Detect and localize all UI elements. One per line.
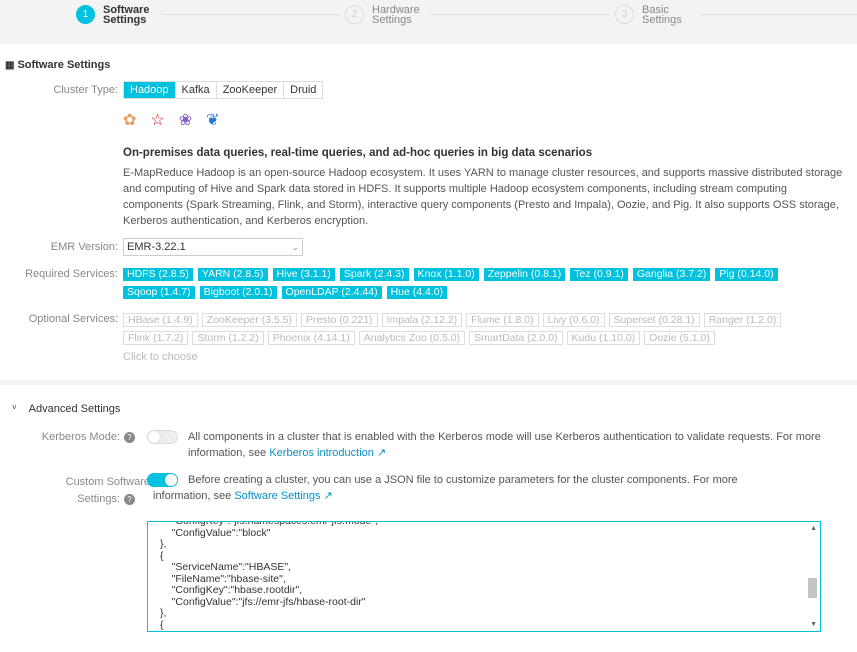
- section-title-text: Software Settings: [17, 59, 111, 71]
- step-label: Hardware Settings: [372, 4, 420, 26]
- tab-druid[interactable]: Druid: [283, 82, 322, 98]
- required-service-tag: Bigboot (2.0.1): [199, 286, 277, 299]
- advanced-settings-title: Advanced Settings: [28, 403, 121, 415]
- kerberos-mode-toggle[interactable]: [147, 430, 178, 444]
- squirrel-icon: ❦: [206, 112, 220, 129]
- optional-services-list: HBase (1.4.9) ZooKeeper (3.5.5) Presto (0.…: [123, 313, 803, 345]
- required-service-tag: Hue (4.4.0): [386, 286, 448, 299]
- optional-service-tag[interactable]: Ranger (1.2.0): [703, 313, 782, 327]
- chevron-down-icon: ⌄: [291, 241, 299, 252]
- optional-service-tag[interactable]: Superset (0.28.1): [608, 313, 700, 327]
- json-content: "ConfigKey":"jfs.namespaces.emr-jfs.mode…: [160, 521, 378, 631]
- required-service-tag: Ganglia (3.7.2): [632, 268, 711, 281]
- required-service-tag: Tez (0.9.1): [570, 268, 628, 281]
- scroll-down-icon[interactable]: ▼: [810, 621, 817, 628]
- section-title: ▦ Software Settings: [5, 59, 110, 71]
- emr-version-label: EMR Version:: [50, 241, 118, 253]
- scroll-up-icon[interactable]: ▲: [810, 525, 817, 532]
- step-label: Software Settings: [103, 4, 150, 26]
- required-service-tag: HDFS (2.8.5): [123, 268, 193, 281]
- required-service-tag: Zeppelin (0.8.1): [483, 268, 566, 281]
- help-icon[interactable]: ?: [124, 494, 135, 505]
- step-connector: [162, 14, 339, 15]
- cluster-type-tabs: Hadoop Kafka ZooKeeper Druid: [123, 81, 324, 99]
- required-service-tag: YARN (2.8.5): [197, 268, 268, 281]
- software-settings-link[interactable]: Software Settings: [234, 490, 320, 502]
- tab-hadoop[interactable]: Hadoop: [124, 82, 175, 98]
- description-text: E-MapReduce Hadoop is an open-source Had…: [123, 167, 843, 227]
- required-service-tag: Knox (1.1.0): [413, 268, 479, 281]
- step-number: 2: [345, 5, 364, 24]
- external-link-icon: ↗: [323, 490, 333, 502]
- emr-version-value: EMR-3.22.1: [127, 241, 186, 253]
- optional-service-tag[interactable]: Storm (1.2.2): [192, 331, 264, 345]
- description-title: On-premises data queries, real-time quer…: [123, 147, 593, 159]
- optional-service-tag[interactable]: ZooKeeper (3.5.5): [201, 313, 297, 327]
- step-label: Basic Settings: [642, 4, 682, 26]
- step-basic-settings[interactable]: 3 Basic Settings: [615, 4, 702, 26]
- emr-version-select[interactable]: EMR-3.22.1 ⌄: [123, 238, 303, 256]
- step-hardware-settings[interactable]: 2 Hardware Settings: [345, 4, 432, 26]
- ecosystem-logos: ✿ ☆ ❀ ❦: [123, 110, 220, 130]
- step-connector: [431, 14, 609, 15]
- required-service-tag: Pig (0.14.0): [715, 268, 778, 281]
- scrollbar[interactable]: ▲ ▼: [806, 522, 820, 631]
- kerberos-introduction-link[interactable]: Kerberos introduction: [269, 447, 374, 459]
- tab-zookeeper[interactable]: ZooKeeper: [215, 82, 283, 98]
- hadoop-elephant-icon: ✿: [123, 112, 137, 129]
- kerberos-label-text: Kerberos Mode:: [41, 431, 120, 443]
- optional-service-tag[interactable]: Livy (0.6.0): [542, 313, 605, 327]
- required-services-label: Required Services:: [25, 268, 118, 280]
- custom-settings-json-textarea[interactable]: "ConfigKey":"jfs.namespaces.emr-jfs.mode…: [147, 521, 821, 632]
- step-number: 1: [76, 5, 95, 24]
- optional-service-tag[interactable]: Oozie (5.1.0): [644, 331, 715, 345]
- tab-kafka[interactable]: Kafka: [174, 82, 216, 98]
- custom-software-description: Before creating a cluster, you can use a…: [153, 472, 793, 504]
- custom-software-label-line2: Settings:: [77, 493, 120, 505]
- step-connector: [700, 14, 857, 15]
- required-services-list: HDFS (2.8.5) YARN (2.8.5) Hive (3.1.1) Spar…: [123, 268, 803, 299]
- optional-service-tag[interactable]: Flink (1.7.2): [123, 331, 189, 345]
- required-service-tag: OpenLDAP (2.4.44): [281, 286, 382, 299]
- custom-software-label-line1: Custom Software: [65, 476, 150, 488]
- kerberos-label: Kerberos Mode:?: [42, 431, 135, 443]
- optional-service-tag[interactable]: Flume (1.8.0): [466, 313, 539, 327]
- optional-service-tag[interactable]: SmartData (2.0.0): [469, 331, 563, 345]
- help-icon[interactable]: ?: [124, 432, 135, 443]
- required-service-tag: Hive (3.1.1): [272, 268, 335, 281]
- optional-service-tag[interactable]: Phoenix (4.14.1): [267, 331, 355, 345]
- external-link-icon: ↗: [376, 447, 387, 459]
- click-to-choose-hint: Click to choose: [123, 351, 198, 363]
- optional-service-tag[interactable]: Analytics Zoo (0.5.0): [358, 331, 466, 345]
- optional-service-tag[interactable]: Impala (2.12.2): [381, 313, 463, 327]
- chevron-down-icon: ˅: [12, 403, 17, 412]
- optional-service-tag[interactable]: HBase (1.4.9): [123, 313, 198, 327]
- wizard-steps: 1 Software Settings 2 Hardware Settings 3B…: [0, 0, 857, 44]
- required-service-tag: Sqoop (1.4.7): [123, 286, 195, 299]
- kerberos-description: All components in a cluster that is enab…: [188, 429, 828, 461]
- spark-star-icon: ☆: [150, 112, 165, 129]
- required-service-tag: Spark (2.4.3): [339, 268, 409, 281]
- scrollbar-thumb[interactable]: [808, 578, 817, 598]
- optional-services-label: Optional Services:: [28, 313, 118, 325]
- grid-icon: ▦: [5, 59, 15, 71]
- step-software-settings[interactable]: 1 Software Settings: [76, 4, 163, 26]
- step-number: 3: [615, 5, 634, 24]
- optional-service-tag[interactable]: Presto (0.221): [301, 313, 378, 327]
- advanced-settings-toggle[interactable]: ˅ Advanced Settings: [12, 403, 120, 415]
- cluster-type-label: Cluster Type:: [53, 84, 118, 96]
- hive-bee-icon: ❀: [178, 112, 193, 129]
- custom-software-label: Custom Software Settings:?: [66, 474, 150, 508]
- section-divider: [0, 380, 857, 385]
- optional-service-tag[interactable]: Kudu (1.10.0): [566, 331, 641, 345]
